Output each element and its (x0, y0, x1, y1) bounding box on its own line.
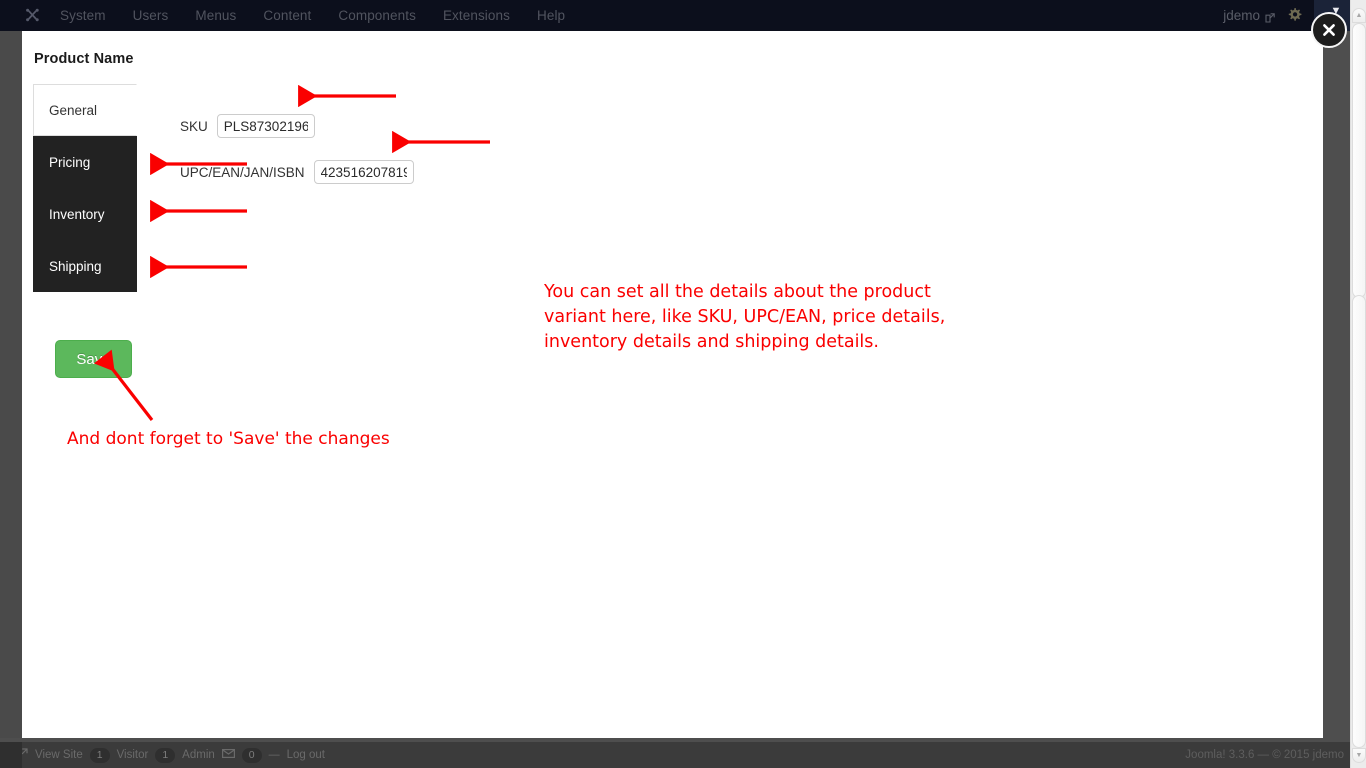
gear-icon[interactable] (1283, 7, 1306, 25)
sku-input[interactable] (216, 114, 315, 138)
menu-item-help[interactable]: Help (537, 8, 565, 23)
visitor-label: Visitor (116, 749, 149, 761)
tab-pricing-label: Pricing (49, 154, 91, 170)
menu-item-extensions[interactable]: Extensions (443, 8, 510, 23)
page-scroll-down-button[interactable]: ▼ (1352, 748, 1366, 763)
tab-general[interactable]: General (33, 84, 137, 136)
page-title: Product Name (34, 51, 134, 67)
visitor-count-badge: 1 (89, 747, 110, 763)
tab-pricing[interactable]: Pricing (33, 136, 137, 188)
envelope-icon[interactable] (221, 749, 235, 761)
admin-top-navbar: System Users Menus Content Components Ex… (0, 0, 1366, 31)
close-icon[interactable] (1311, 12, 1347, 48)
product-variant-modal: Product Name General Pricing Inventory S… (22, 30, 1323, 738)
view-site-link[interactable]: View Site (35, 749, 83, 761)
screen: System Users Menus Content Components Ex… (0, 0, 1366, 768)
tab-shipping[interactable]: Shipping (33, 240, 137, 292)
upc-field-row: UPC/EAN/JAN/ISBN (180, 160, 414, 184)
tab-shipping-label: Shipping (49, 258, 102, 274)
menu-item-menus[interactable]: Menus (195, 8, 236, 23)
page-scroll-up-button[interactable]: ▲ (1352, 8, 1366, 23)
menu-item-components[interactable]: Components (338, 8, 416, 23)
user-name-label: jdemo (1223, 8, 1260, 23)
annotation-save-text: And dont forget to 'Save' the changes (67, 429, 390, 449)
sku-field-row: SKU (180, 114, 315, 138)
copyright-text: Joomla! 3.3.6 — © 2015 jdemo (1185, 749, 1344, 761)
status-bar-left-corner (0, 742, 22, 768)
menu-item-content[interactable]: Content (263, 8, 311, 23)
menu-item-system[interactable]: System (60, 8, 106, 23)
logout-link[interactable]: Log out (287, 749, 325, 761)
menu-item-users[interactable]: Users (133, 8, 169, 23)
joomla-logo-icon[interactable] (22, 6, 42, 26)
logout-dash-icon: — (268, 748, 280, 761)
admin-status-bar: View Site 1 Visitor 1 Admin 0 — Log out … (0, 742, 1366, 768)
annotation-main-text: You can set all the details about the pr… (544, 282, 946, 352)
page-scroll-thumb-upper[interactable] (1352, 23, 1366, 298)
variant-tabs: General Pricing Inventory Shipping (33, 84, 137, 292)
external-link-icon (1265, 11, 1275, 23)
tab-inventory[interactable]: Inventory (33, 188, 137, 240)
upc-input[interactable] (313, 160, 414, 184)
page-backdrop-left-gutter (0, 31, 22, 738)
upc-label: UPC/EAN/JAN/ISBN (180, 164, 305, 180)
admin-count-badge: 1 (155, 747, 176, 763)
save-button[interactable]: Save (55, 340, 132, 378)
page-scrollbar[interactable]: ▲ ▼ (1350, 0, 1366, 768)
user-menu[interactable]: jdemo (1223, 8, 1275, 23)
status-bar-left: View Site 1 Visitor 1 Admin 0 — Log out (16, 747, 325, 763)
sku-label: SKU (180, 118, 208, 134)
save-button-label: Save (76, 350, 111, 368)
admin-label: Admin (182, 749, 215, 761)
page-scroll-thumb-lower[interactable] (1352, 295, 1366, 748)
message-count-badge[interactable]: 0 (241, 747, 262, 763)
tab-general-label: General (49, 102, 98, 118)
admin-menu: System Users Menus Content Components Ex… (60, 8, 565, 23)
tab-inventory-label: Inventory (49, 206, 105, 222)
